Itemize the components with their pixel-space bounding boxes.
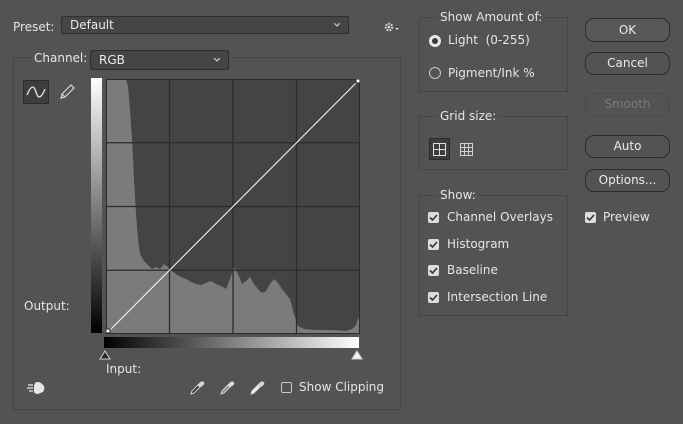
preview-checkbox[interactable] <box>585 212 596 223</box>
intersection-line-label: Intersection Line <box>447 290 548 304</box>
chevron-down-icon <box>213 57 221 62</box>
curve-point-black <box>105 328 111 334</box>
targeted-adjustment-hand-icon[interactable] <box>26 380 48 396</box>
channel-dropdown[interactable]: RGB <box>90 50 229 70</box>
output-label: Output: <box>24 299 70 313</box>
channel-label: Channel: <box>31 51 91 65</box>
simple-grid-button[interactable] <box>429 138 450 160</box>
ok-button[interactable]: OK <box>585 18 670 42</box>
show-title: Show: <box>437 188 479 202</box>
channel-value: RGB <box>99 53 125 67</box>
smooth-button: Smooth <box>585 93 670 116</box>
input-gradient-bar <box>104 337 359 348</box>
white-point-slider[interactable] <box>351 349 363 360</box>
curve-tool-icon <box>26 86 46 98</box>
show-clipping-checkbox[interactable] <box>281 382 292 393</box>
input-label: Input: <box>106 362 142 376</box>
gray-point-eyedropper-icon[interactable] <box>219 380 235 396</box>
intersection-line-checkbox[interactable] <box>428 292 439 303</box>
grid-size-title: Grid size: <box>437 109 500 123</box>
preview-label: Preview <box>603 210 650 224</box>
histogram-checkbox[interactable] <box>428 239 439 250</box>
preset-label: Preset: <box>13 20 55 34</box>
show-amount-group <box>419 17 568 92</box>
output-gradient-bar <box>91 78 102 333</box>
preset-dropdown[interactable]: Default <box>61 16 349 34</box>
detailed-grid-icon[interactable] <box>456 139 476 159</box>
show-amount-title: Show Amount of: <box>437 10 546 24</box>
curves-graph[interactable] <box>105 78 361 334</box>
light-radio[interactable] <box>429 35 441 47</box>
baseline-label: Baseline <box>447 263 498 277</box>
options-button[interactable]: Options... <box>585 169 670 192</box>
baseline-checkbox[interactable] <box>428 265 439 276</box>
histogram-label: Histogram <box>447 237 510 251</box>
channel-overlays-label: Channel Overlays <box>447 210 553 224</box>
preset-value: Default <box>70 18 114 32</box>
cancel-button[interactable]: Cancel <box>585 52 670 75</box>
chevron-down-icon <box>333 22 341 27</box>
curve-point-white <box>355 78 361 84</box>
channel-overlays-checkbox[interactable] <box>428 212 439 223</box>
curve-tool-button[interactable] <box>23 80 49 104</box>
pigment-radio[interactable] <box>429 67 441 79</box>
white-point-eyedropper-icon[interactable] <box>249 380 265 396</box>
show-clipping-label: Show Clipping <box>299 380 385 394</box>
black-point-eyedropper-icon[interactable] <box>189 380 205 396</box>
black-point-slider[interactable] <box>99 349 111 360</box>
gear-icon[interactable] <box>383 20 401 34</box>
auto-button[interactable]: Auto <box>585 135 670 158</box>
simple-grid-icon <box>433 143 446 156</box>
pigment-radio-label: Pigment/Ink % <box>448 66 535 80</box>
pencil-tool-icon[interactable] <box>57 82 77 102</box>
light-radio-label: Light (0-255) <box>448 33 530 47</box>
